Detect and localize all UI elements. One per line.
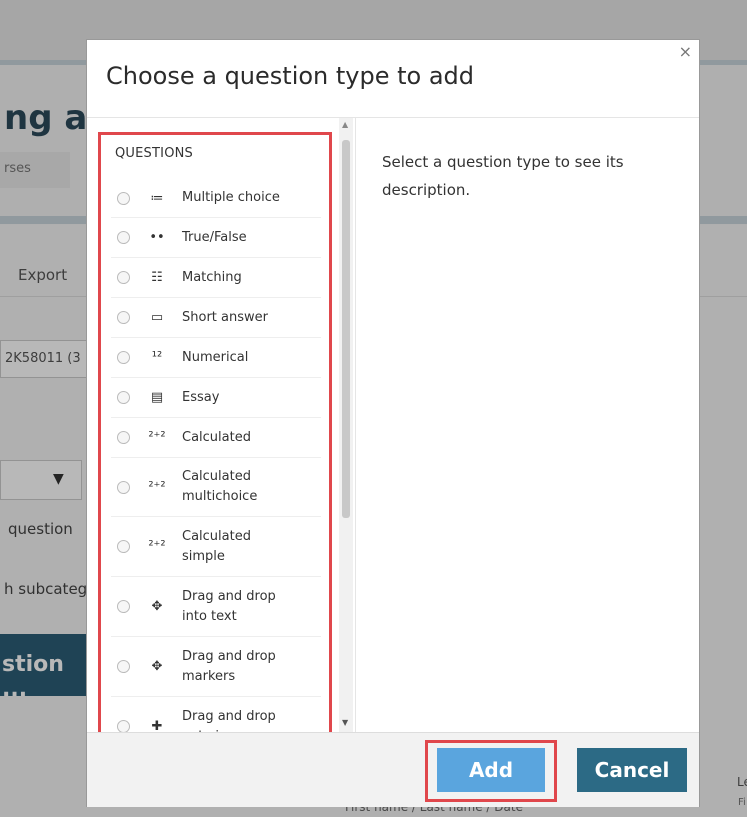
question-type-essay[interactable]: ▤ Essay (111, 378, 321, 418)
question-type-numerical[interactable]: ¹² Numerical (111, 338, 321, 378)
calculated-multichoice-icon: ²⁺² (148, 479, 166, 495)
header-divider (87, 117, 699, 118)
questions-section-heading: QUESTIONS (115, 146, 193, 161)
question-type-label: Calculated simple (182, 528, 251, 564)
question-type-description: Select a question type to see its descri… (382, 153, 624, 199)
question-type-label: Matching (182, 269, 242, 285)
question-type-drag-drop-markers[interactable]: ✥ Drag and drop markers (111, 637, 321, 697)
drag-drop-markers-icon: ✥ (151, 659, 163, 674)
question-type-label: True/False (182, 229, 247, 245)
drag-drop-text-icon: ✥ (151, 599, 163, 614)
radio-button[interactable] (117, 431, 130, 444)
question-type-calculated-multichoice[interactable]: ²⁺² Calculated multichoice (111, 458, 321, 517)
question-type-calculated-simple[interactable]: ²⁺² Calculated simple (111, 517, 321, 577)
radio-button[interactable] (117, 271, 130, 284)
add-button[interactable]: Add (437, 748, 545, 792)
radio-button[interactable] (117, 540, 130, 553)
radio-button[interactable] (117, 660, 130, 673)
question-type-label: Calculated (182, 429, 251, 445)
question-list-scrollbar[interactable]: ▲ ▼ (339, 118, 353, 732)
question-type-label: Numerical (182, 349, 249, 365)
close-icon[interactable]: × (679, 42, 692, 61)
cancel-button[interactable]: Cancel (577, 748, 687, 792)
dialog-title: Choose a question type to add (106, 62, 475, 90)
scroll-thumb[interactable] (342, 140, 350, 518)
numerical-icon: ¹² (151, 350, 163, 365)
panel-divider (355, 118, 356, 732)
dialog-footer: Add Cancel (87, 732, 699, 807)
question-type-label: Drag and drop onto image (182, 708, 276, 735)
question-type-list[interactable]: QUESTIONS ≔ Multiple choice •• True/Fals… (101, 134, 351, 734)
calculated-simple-icon: ²⁺² (148, 539, 166, 554)
question-type-drag-drop-image[interactable]: ✚ Drag and drop onto image (111, 697, 321, 734)
question-type-label: Calculated multichoice (182, 469, 258, 504)
question-type-dialog: × Choose a question type to add QUESTION… (86, 39, 700, 807)
question-type-true-false[interactable]: •• True/False (111, 218, 321, 258)
question-type-drag-drop-text[interactable]: ✥ Drag and drop into text (111, 577, 321, 637)
essay-icon: ▤ (150, 390, 164, 405)
radio-button[interactable] (117, 311, 130, 324)
radio-button[interactable] (117, 480, 130, 494)
question-type-label: Short answer (182, 309, 268, 325)
question-type-multiple-choice[interactable]: ≔ Multiple choice (111, 179, 321, 218)
radio-button[interactable] (117, 351, 130, 364)
question-type-matching[interactable]: ☷ Matching (111, 258, 321, 298)
short-answer-icon: ▭ (150, 310, 164, 325)
scroll-down-icon[interactable]: ▼ (342, 718, 348, 727)
radio-button[interactable] (117, 191, 130, 205)
calculated-icon: ²⁺² (148, 430, 166, 445)
matching-icon: ☷ (151, 270, 163, 285)
question-type-label: Drag and drop into text (182, 588, 276, 624)
multiple-choice-icon: ≔ (150, 190, 164, 206)
question-type-calculated[interactable]: ²⁺² Calculated (111, 418, 321, 458)
radio-button[interactable] (117, 231, 130, 244)
question-type-label: Multiple choice (182, 190, 280, 205)
question-type-label: Drag and drop markers (182, 648, 276, 684)
question-type-label: Essay (182, 389, 220, 405)
question-type-short-answer[interactable]: ▭ Short answer (111, 298, 321, 338)
true-false-icon: •• (149, 230, 165, 245)
radio-button[interactable] (117, 600, 130, 613)
radio-button[interactable] (117, 391, 130, 404)
scroll-up-icon[interactable]: ▲ (342, 120, 348, 129)
